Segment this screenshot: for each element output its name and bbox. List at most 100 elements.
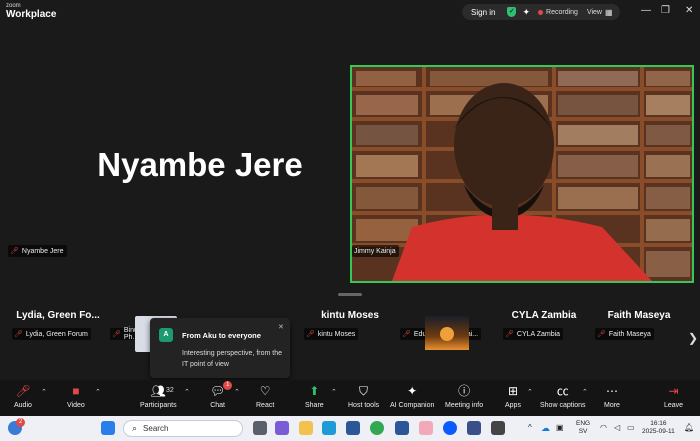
- ai-companion-label: AI Companion: [390, 402, 435, 409]
- leave-button[interactable]: ⇥ Leave: [664, 384, 683, 409]
- weather-badge: 2: [16, 418, 25, 427]
- ai-sparkle-icon: ✦: [407, 384, 418, 398]
- share-button[interactable]: ⬆ Share: [305, 384, 324, 414]
- strip-tag-label: Lydia, Green Forum: [25, 330, 88, 338]
- captions-button[interactable]: ㏄ Show captions: [540, 384, 586, 414]
- recording-label[interactable]: Recording: [546, 9, 578, 16]
- chevron-up-icon[interactable]: ⌃: [582, 388, 588, 396]
- wifi-icon[interactable]: ◠: [600, 424, 607, 432]
- maximize-icon[interactable]: ❐: [661, 5, 670, 16]
- chat-avatar: A: [159, 328, 173, 342]
- clock-date: 2025-09-11: [642, 428, 675, 435]
- strip-name: kintu Moses: [321, 310, 379, 321]
- video-name-tag: Jimmy Kainja: [352, 245, 399, 257]
- leave-label: Leave: [664, 402, 684, 409]
- chat-notification-title: From Aku to everyone: [182, 331, 261, 340]
- chevron-up-icon[interactable]: ⌃: [234, 388, 240, 396]
- ai-sparkle-icon[interactable]: ✦: [522, 7, 530, 18]
- more-button[interactable]: ⋯ More: [604, 384, 620, 414]
- shield-icon[interactable]: ✓: [507, 7, 517, 17]
- app-icon[interactable]: [467, 421, 481, 435]
- chevron-up-icon[interactable]: ⌃: [41, 388, 47, 396]
- meeting-info-button[interactable]: ⓘ Meeting info: [445, 384, 483, 414]
- chrome-icon[interactable]: [370, 421, 384, 435]
- meeting-status-pill: Sign in ✓ ✦ Recording View ▦: [462, 4, 620, 20]
- strip-name: Faith Maseya: [607, 310, 671, 321]
- strip-tile-kintu[interactable]: kintu Moses 🎤︎ kintu Moses: [302, 290, 398, 366]
- grid-view-icon[interactable]: ▦: [605, 8, 613, 17]
- apps-label: Apps: [505, 402, 521, 409]
- react-label: React: [256, 402, 275, 409]
- captions-icon: ㏄: [556, 384, 569, 398]
- zoom-taskbar-icon[interactable]: [419, 421, 433, 435]
- weather-icon[interactable]: 2: [8, 418, 25, 435]
- clock-time: 16:16: [650, 420, 667, 427]
- mic-muted-icon: 🎤︎: [505, 331, 514, 338]
- heart-icon: ♡: [259, 384, 271, 398]
- chevron-up-icon[interactable]: ⌃: [527, 388, 533, 396]
- battery-icon[interactable]: ▭: [627, 424, 635, 432]
- tray-app-icon[interactable]: ▣: [556, 424, 564, 432]
- video-button[interactable]: ■ Video: [67, 384, 85, 414]
- strip-tile-faith[interactable]: Faith Maseya 🎤︎ Faith Maseya: [592, 290, 686, 366]
- zoom-app-icon[interactable]: [443, 421, 457, 435]
- language-indicator[interactable]: ENG SV: [576, 420, 590, 436]
- lang-bottom: SV: [578, 428, 588, 435]
- mic-muted-icon: 🎤︎: [112, 331, 121, 338]
- participants-label: Participants: [140, 402, 177, 409]
- tray-chevron-up-icon[interactable]: ^: [528, 424, 532, 432]
- strip-name: Lydia, Green Fo...: [16, 310, 100, 321]
- chevron-up-icon[interactable]: ⌃: [331, 388, 337, 396]
- mic-muted-icon: 🎤︎: [402, 331, 411, 338]
- os-taskbar: 2 ⌕ Search ^ ☁ ▣ ENG SV ◠ ◁ ▭ 16:16 2025…: [0, 416, 700, 441]
- react-button[interactable]: ♡ React: [256, 384, 274, 414]
- close-icon[interactable]: ✕: [278, 323, 284, 331]
- audio-button[interactable]: 🎤︎ Audio: [14, 384, 32, 414]
- apps-button[interactable]: ⊞ Apps: [505, 384, 521, 414]
- chevron-right-icon[interactable]: ❯: [688, 331, 698, 345]
- outlook-icon[interactable]: [346, 421, 360, 435]
- chevron-up-icon[interactable]: ⌃: [184, 388, 190, 396]
- word-icon[interactable]: [395, 421, 409, 435]
- strip-name: CYLA Zambia: [511, 310, 577, 321]
- active-video-tile[interactable]: [350, 65, 694, 283]
- strip-tile-cyla[interactable]: CYLA Zambia 🎤︎ CYLA Zambia: [496, 290, 592, 366]
- app-icon-2[interactable]: [491, 421, 505, 435]
- copilot-icon[interactable]: [275, 421, 289, 435]
- apps-icon: ⊞: [507, 384, 519, 398]
- strip-tag: 🎤︎ kintu Moses: [304, 328, 359, 340]
- volume-icon[interactable]: ◁: [614, 424, 620, 432]
- chat-button[interactable]: 💬︎ 1 Chat: [210, 381, 233, 414]
- edge-icon[interactable]: [322, 421, 336, 435]
- ai-companion-button[interactable]: ✦ AI Companion: [390, 384, 434, 414]
- speaker-name: Nyambe Jere: [97, 146, 303, 183]
- more-label: More: [604, 402, 620, 409]
- minimize-icon[interactable]: —: [641, 5, 651, 16]
- participant-thumbnail-sunset: [425, 316, 469, 350]
- chat-notification[interactable]: A From Aku to everyone ✕ Interesting per…: [150, 318, 290, 378]
- host-tools-button[interactable]: ⛉ Host tools: [348, 384, 379, 414]
- captions-label: Show captions: [540, 402, 586, 409]
- view-button[interactable]: View: [587, 9, 602, 16]
- more-icon: ⋯: [605, 384, 618, 398]
- notification-bell-icon[interactable]: 🔔︎: [684, 424, 694, 432]
- search-input[interactable]: ⌕ Search: [123, 420, 243, 437]
- audio-label: Audio: [14, 402, 32, 409]
- task-view-icon[interactable]: [253, 421, 267, 435]
- cloud-icon[interactable]: ☁: [541, 424, 550, 433]
- chevron-up-icon[interactable]: ⌃: [95, 388, 101, 396]
- mic-muted-icon: 🎤︎: [14, 331, 23, 338]
- host-tools-label: Host tools: [348, 402, 380, 409]
- strip-tile-lydia[interactable]: Lydia, Green Fo... 🎤︎ Lydia, Green Forum: [8, 290, 108, 366]
- video-feed: [352, 67, 692, 281]
- file-explorer-icon[interactable]: [299, 421, 313, 435]
- mic-muted-icon: 🎤︎: [10, 248, 19, 255]
- clock[interactable]: 16:16 2025-09-11: [642, 420, 675, 436]
- search-icon: ⌕: [132, 423, 138, 433]
- strip-tag: 🎤︎ Lydia, Green Forum: [12, 328, 91, 340]
- leave-icon: ⇥: [668, 384, 679, 398]
- windows-start-icon[interactable]: [101, 421, 115, 435]
- close-icon[interactable]: ✕: [685, 5, 693, 16]
- sign-in-button[interactable]: Sign in: [471, 8, 495, 17]
- mic-muted-icon: 🎤︎: [597, 331, 606, 338]
